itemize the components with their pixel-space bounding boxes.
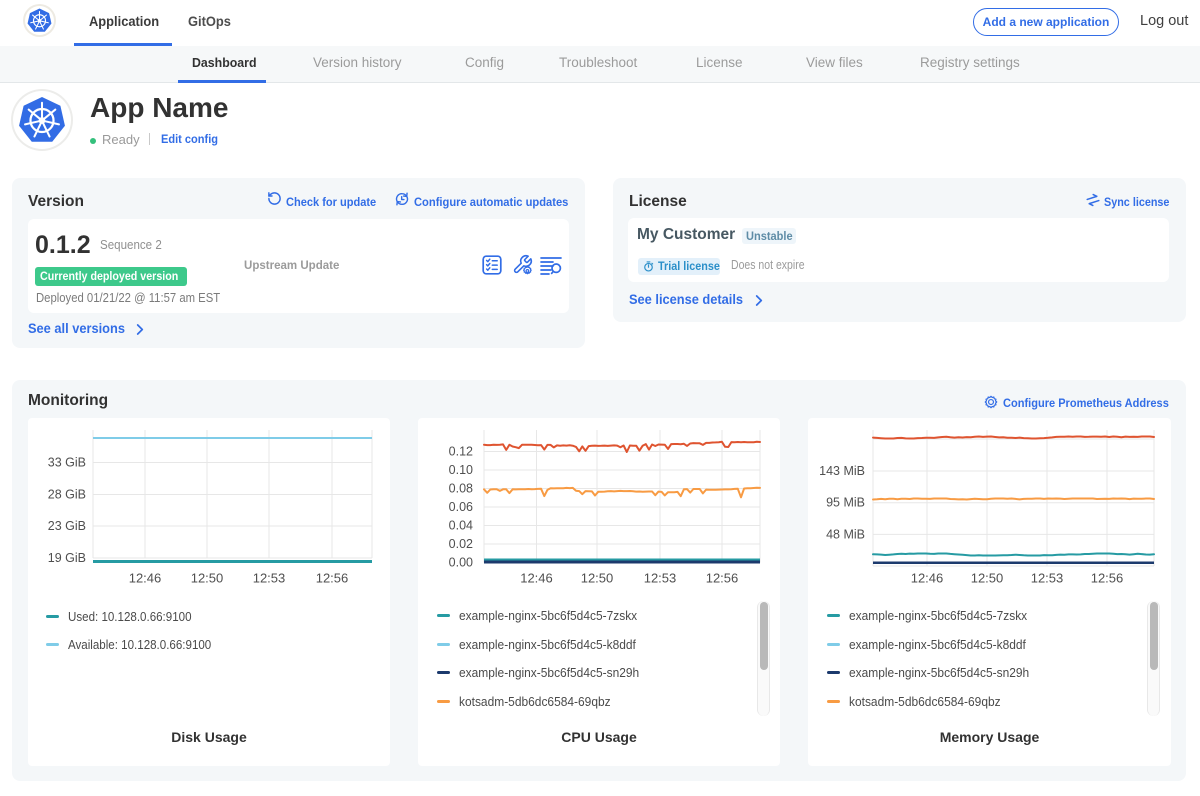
svg-text:12:50: 12:50 xyxy=(971,571,1004,586)
svg-text:12:53: 12:53 xyxy=(1031,571,1064,586)
svg-text:143 MiB: 143 MiB xyxy=(819,464,865,478)
svg-text:12:53: 12:53 xyxy=(644,571,677,586)
svg-text:12:53: 12:53 xyxy=(253,571,286,586)
svg-text:33 GiB: 33 GiB xyxy=(48,456,86,470)
svg-text:12:50: 12:50 xyxy=(581,571,614,586)
svg-text:0.10: 0.10 xyxy=(449,463,473,477)
svg-text:12:56: 12:56 xyxy=(706,571,739,586)
svg-text:12:46: 12:46 xyxy=(520,571,553,586)
svg-text:28 GiB: 28 GiB xyxy=(48,488,86,502)
svg-text:0.12: 0.12 xyxy=(449,445,473,459)
svg-text:0.08: 0.08 xyxy=(449,482,473,496)
svg-text:0.00: 0.00 xyxy=(449,556,473,570)
svg-text:0.02: 0.02 xyxy=(449,537,473,551)
svg-text:19 GiB: 19 GiB xyxy=(48,551,86,565)
svg-text:23 GiB: 23 GiB xyxy=(48,519,86,533)
svg-text:0.06: 0.06 xyxy=(449,500,473,514)
svg-text:48 MiB: 48 MiB xyxy=(826,527,865,541)
svg-text:0.04: 0.04 xyxy=(449,519,473,533)
svg-text:12:46: 12:46 xyxy=(129,571,162,586)
svg-text:12:56: 12:56 xyxy=(1091,571,1124,586)
svg-text:12:46: 12:46 xyxy=(911,571,944,586)
svg-text:12:56: 12:56 xyxy=(316,571,349,586)
svg-text:95 MiB: 95 MiB xyxy=(826,496,865,510)
svg-text:12:50: 12:50 xyxy=(191,571,224,586)
